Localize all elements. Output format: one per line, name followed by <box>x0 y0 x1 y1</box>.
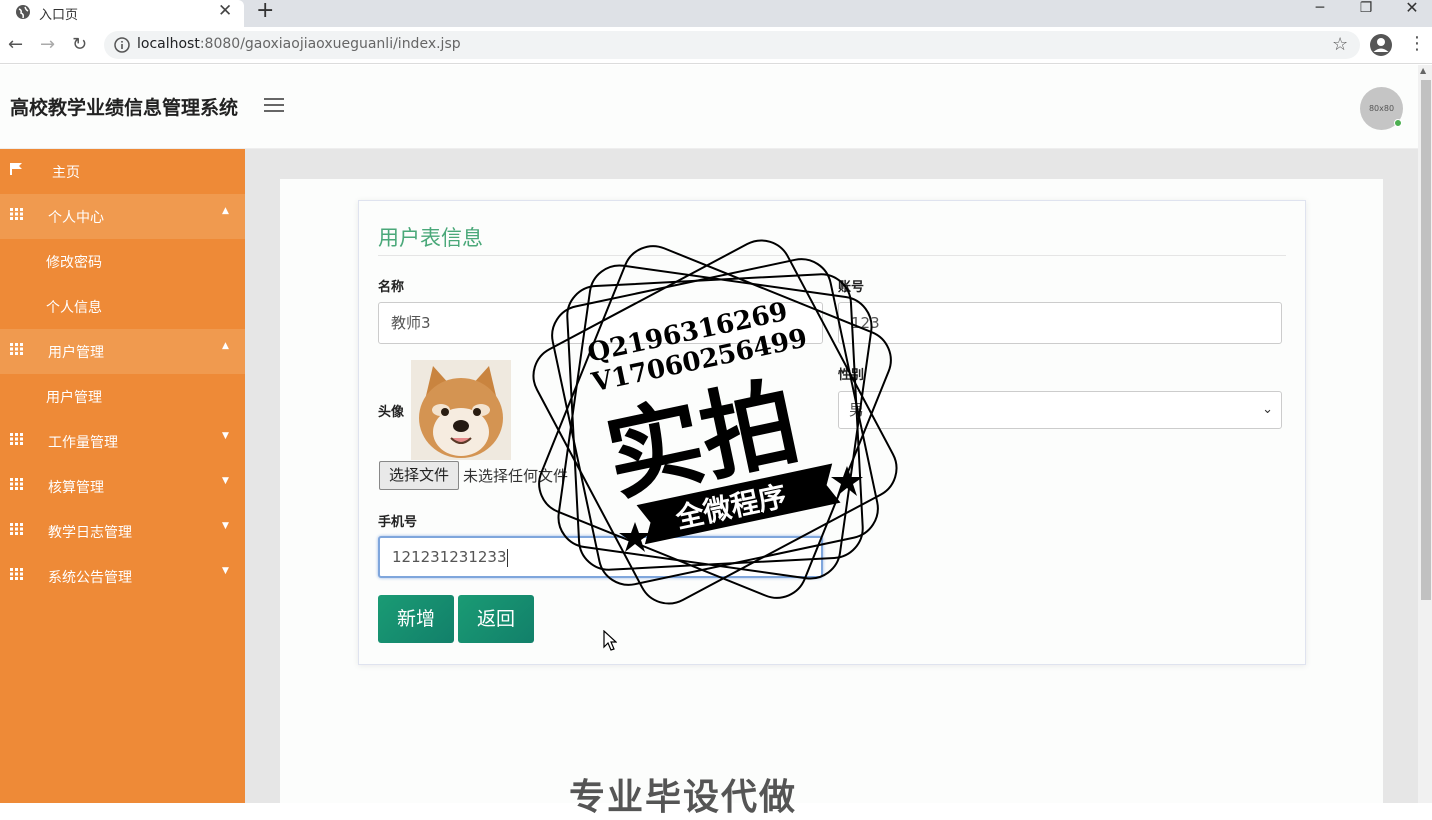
app-title: 高校教学业绩信息管理系统 <box>10 97 239 119</box>
sidebar-item-user-management[interactable]: 用户管理 ▲ <box>0 329 245 374</box>
address-bar[interactable]: localhost:8080/gaoxiaojiaoxueguanli/inde… <box>104 31 1360 59</box>
sidebar-item-user-management-sub[interactable]: 用户管理 <box>0 374 245 419</box>
caret-down-icon: ▼ <box>222 476 229 486</box>
browser-menu-icon[interactable]: ⋮ <box>1408 33 1426 54</box>
sidebar-item-personal-info[interactable]: 个人信息 <box>0 284 245 329</box>
close-window-icon[interactable]: ✕ <box>1389 0 1432 16</box>
url-text: localhost:8080/gaoxiaojiaoxueguanli/inde… <box>137 36 461 52</box>
restore-icon[interactable]: ❐ <box>1343 0 1389 16</box>
caret-down-icon: ▼ <box>222 521 229 531</box>
grid-icon <box>10 208 23 220</box>
profile-icon[interactable] <box>1369 33 1393 57</box>
scrollbar-thumb[interactable] <box>1421 80 1431 600</box>
scroll-up-icon[interactable]: ▲ <box>1420 66 1426 75</box>
back-button[interactable]: 返回 <box>458 595 534 643</box>
grid-icon <box>10 523 23 535</box>
form-title: 用户表信息 <box>378 226 483 250</box>
globe-icon <box>16 5 30 19</box>
browser-tabbar: 入口页 ✕ + ─ ❐ ✕ <box>0 0 1432 27</box>
online-status-dot <box>1394 119 1402 127</box>
tab-title: 入口页 <box>39 8 79 23</box>
avatar-image <box>411 360 511 460</box>
sidebar-item-change-password[interactable]: 修改密码 <box>0 239 245 284</box>
new-tab-icon[interactable]: + <box>256 0 274 23</box>
chevron-down-icon: ⌄ <box>1262 402 1273 417</box>
grid-icon <box>10 433 23 445</box>
sidebar-item-accounting[interactable]: 核算管理 ▼ <box>0 464 245 509</box>
reload-icon[interactable]: ↻ <box>72 34 87 55</box>
caret-up-icon: ▲ <box>222 341 229 351</box>
caret-down-icon: ▼ <box>222 566 229 576</box>
grid-icon <box>10 568 23 580</box>
phone-label: 手机号 <box>378 515 418 530</box>
browser-tab[interactable]: 入口页 ✕ <box>0 0 244 27</box>
browser-toolbar: ← → ↻ localhost:8080/gaoxiaojiaoxueguanl… <box>0 27 1432 64</box>
caret-down-icon: ▼ <box>222 431 229 441</box>
name-label: 名称 <box>378 280 405 295</box>
sidebar-item-personal-center[interactable]: 个人中心 ▲ <box>0 194 245 239</box>
grid-icon <box>10 478 23 490</box>
sidebar-item-home[interactable]: 主页 <box>0 149 245 194</box>
caret-up-icon: ▲ <box>222 206 229 216</box>
forward-icon[interactable]: → <box>40 34 55 55</box>
info-icon[interactable] <box>114 37 130 53</box>
add-button[interactable]: 新增 <box>378 595 454 643</box>
app-header: 高校教学业绩信息管理系统 80x80 <box>0 65 1418 149</box>
sidebar: 主页 个人中心 ▲ 修改密码 个人信息 用户管理 ▲ 用户管理 工作量管理 ▼ … <box>0 149 245 803</box>
avatar-label: 头像 <box>378 405 405 420</box>
sidebar-item-workload[interactable]: 工作量管理 ▼ <box>0 419 245 464</box>
sidebar-item-announcements[interactable]: 系统公告管理 ▼ <box>0 554 245 599</box>
grid-icon <box>10 343 23 355</box>
choose-file-button[interactable]: 选择文件 <box>379 461 459 490</box>
mouse-pointer-icon <box>603 630 617 651</box>
bottom-watermark-text: 专业毕设代做 <box>569 777 798 818</box>
dog-avatar-picture <box>411 360 511 460</box>
watermark-stamp: Q2196316269 V17060256499 实拍 全微程序 <box>532 239 898 605</box>
text-caret <box>506 548 508 567</box>
flag-icon <box>10 163 22 175</box>
sidebar-item-teaching-log[interactable]: 教学日志管理 ▼ <box>0 509 245 554</box>
back-icon[interactable]: ← <box>8 34 23 55</box>
bookmark-star-icon[interactable]: ☆ <box>1332 34 1348 55</box>
minimize-icon[interactable]: ─ <box>1297 0 1343 16</box>
close-tab-icon[interactable]: ✕ <box>218 1 232 21</box>
hamburger-menu-icon[interactable] <box>264 98 284 114</box>
star-icon <box>831 466 863 496</box>
phone-value: 121231231233 <box>392 548 507 566</box>
